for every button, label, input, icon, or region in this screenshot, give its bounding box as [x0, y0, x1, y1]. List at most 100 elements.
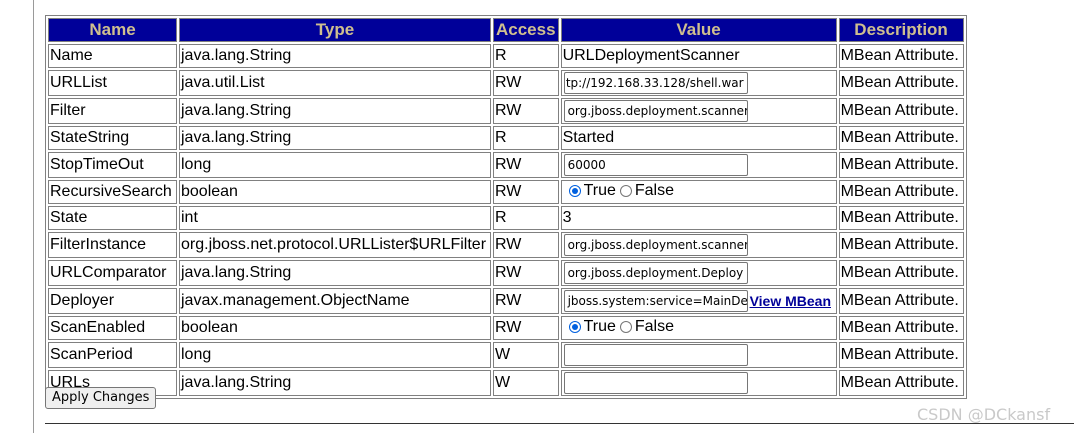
value-input[interactable]: [563, 372, 748, 394]
cell-access: RW: [493, 180, 559, 204]
cell-access: W: [493, 342, 559, 368]
cell-description: MBean Attribute.: [838, 232, 964, 258]
value-input[interactable]: tp://192.168.33.128/shell.war]: [563, 72, 748, 94]
radio-true[interactable]: [568, 321, 581, 333]
left-divider: [33, 0, 34, 433]
table-row: Name java.lang.String R URLDeploymentScanne…: [48, 44, 964, 68]
cell-type: java.lang.String: [179, 126, 491, 150]
radio-false-label: False: [634, 318, 674, 335]
value-input[interactable]: org.jboss.deployment.Deploy: [563, 262, 748, 284]
cell-type: boolean: [179, 316, 491, 340]
radio-true-label: True: [583, 318, 616, 335]
cell-name: StateString: [48, 126, 177, 150]
cell-access: RW: [493, 70, 559, 96]
cell-type: javax.management.ObjectName: [179, 288, 491, 314]
cell-description: MBean Attribute.: [838, 126, 964, 150]
cell-access: RW: [493, 316, 559, 340]
header-description: Description: [838, 18, 964, 42]
table-row: StopTimeOut long RW 60000 MBean Attribute.: [48, 152, 964, 178]
radio-true-label: True: [583, 182, 616, 199]
cell-description: MBean Attribute.: [838, 98, 964, 124]
cell-value: tp://192.168.33.128/shell.war]: [560, 70, 837, 96]
cell-type: boolean: [179, 180, 491, 204]
cell-value: True False: [560, 316, 837, 340]
cell-description: MBean Attribute.: [838, 288, 964, 314]
radio-false-label: False: [634, 182, 674, 199]
cell-type: java.lang.String: [179, 370, 491, 396]
cell-type: int: [179, 206, 491, 230]
cell-value: org.jboss.deployment.scanner: [560, 232, 837, 258]
cell-type: java.lang.String: [179, 44, 491, 68]
radio-false[interactable]: [619, 185, 632, 197]
header-access: Access: [493, 18, 559, 42]
table-row: Deployer javax.management.ObjectName RW jbo…: [48, 288, 964, 314]
cell-description: MBean Attribute.: [838, 260, 964, 286]
cell-description: MBean Attribute.: [838, 44, 964, 68]
view-mbean-link[interactable]: View MBean: [750, 293, 831, 309]
cell-access: RW: [493, 288, 559, 314]
cell-value: 60000: [560, 152, 837, 178]
value-input[interactable]: org.jboss.deployment.scanner: [563, 234, 748, 256]
table-row: FilterInstance org.jboss.net.protocol.URL…: [48, 232, 964, 258]
table-row: Filter java.lang.String RW org.jboss.deploy…: [48, 98, 964, 124]
table-row: URLs java.lang.String W MBean Attribute.: [48, 370, 964, 396]
mbean-attributes-table: Name Type Access Value Description Name j…: [45, 15, 967, 399]
cell-name: Deployer: [48, 288, 177, 314]
cell-type: org.jboss.net.protocol.URLLister$URLFilt…: [179, 232, 491, 258]
cell-access: RW: [493, 232, 559, 258]
table-row: ScanPeriod long W MBean Attribute.: [48, 342, 964, 368]
watermark: CSDN @DCkansf: [917, 405, 1051, 424]
cell-access: RW: [493, 152, 559, 178]
cell-access: R: [493, 126, 559, 150]
cell-type: java.util.List: [179, 70, 491, 96]
cell-name: ScanEnabled: [48, 316, 177, 340]
value-input[interactable]: jboss.system:service=MainDe: [563, 290, 748, 312]
cell-access: R: [493, 206, 559, 230]
cell-value: org.jboss.deployment.scanner: [560, 98, 837, 124]
cell-access: R: [493, 44, 559, 68]
cell-description: MBean Attribute.: [838, 70, 964, 96]
cell-name: URLList: [48, 70, 177, 96]
cell-type: java.lang.String: [179, 260, 491, 286]
value-input[interactable]: org.jboss.deployment.scanner: [563, 100, 748, 122]
table-row: State int R 3 MBean Attribute.: [48, 206, 964, 230]
cell-value: True False: [560, 180, 837, 204]
cell-description: MBean Attribute.: [838, 206, 964, 230]
cell-name: ScanPeriod: [48, 342, 177, 368]
table-header-row: Name Type Access Value Description: [48, 18, 964, 42]
cell-name: StopTimeOut: [48, 152, 177, 178]
header-name: Name: [48, 18, 177, 42]
value-input[interactable]: [563, 344, 748, 366]
table-row: RecursiveSearch boolean RW True False MBean A…: [48, 180, 964, 204]
cell-description: MBean Attribute.: [838, 152, 964, 178]
radio-true[interactable]: [568, 185, 581, 197]
table-row: ScanEnabled boolean RW True False MBean Attri…: [48, 316, 964, 340]
cell-description: MBean Attribute.: [838, 180, 964, 204]
cell-value: [560, 370, 837, 396]
boolean-radio-group: True False: [568, 318, 678, 336]
cell-value: org.jboss.deployment.Deploy: [560, 260, 837, 286]
cell-access: RW: [493, 260, 559, 286]
cell-name: RecursiveSearch: [48, 180, 177, 204]
apply-changes-button[interactable]: Apply Changes: [45, 387, 157, 409]
boolean-radio-group: True False: [568, 182, 678, 200]
cell-type: java.lang.String: [179, 98, 491, 124]
table-row: URLComparator java.lang.String RW org.jboss…: [48, 260, 964, 286]
cell-name: Name: [48, 44, 177, 68]
cell-type: long: [179, 152, 491, 178]
cell-access: RW: [493, 98, 559, 124]
cell-value: URLDeploymentScanner: [560, 44, 837, 68]
value-input[interactable]: 60000: [563, 154, 748, 176]
cell-value: jboss.system:service=MainDe View MBean: [560, 288, 837, 314]
table-row: URLList java.util.List RW tp://192.168.33.1…: [48, 70, 964, 96]
cell-value: 3: [560, 206, 837, 230]
table-row: StateString java.lang.String R Started MBean…: [48, 126, 964, 150]
cell-name: FilterInstance: [48, 232, 177, 258]
header-value: Value: [560, 18, 837, 42]
cell-description: MBean Attribute.: [838, 316, 964, 340]
cell-name: Filter: [48, 98, 177, 124]
cell-value: Started: [560, 126, 837, 150]
radio-false[interactable]: [619, 321, 632, 333]
cell-description: MBean Attribute.: [838, 342, 964, 368]
cell-access: W: [493, 370, 559, 396]
